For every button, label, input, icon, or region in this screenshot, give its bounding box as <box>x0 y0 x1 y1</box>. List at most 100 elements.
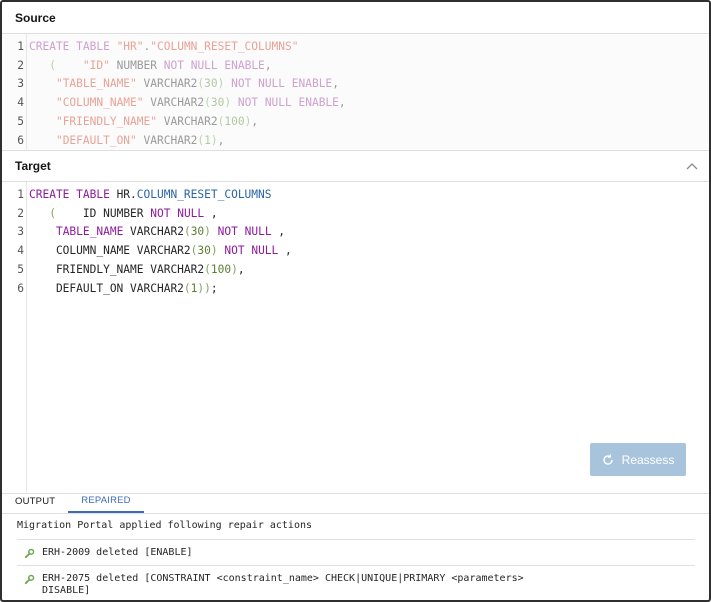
tab-output[interactable]: OUTPUT <box>2 493 68 513</box>
target-line-number: 2 <box>17 206 24 220</box>
target-line-number: 4 <box>17 244 24 258</box>
code-token: "ID" <box>82 58 110 72</box>
wrench-icon <box>24 548 35 559</box>
output-title: Migration Portal applied following repai… <box>17 520 313 531</box>
code-token: , <box>338 96 346 110</box>
target-line-text: CREATE TABLE HR.COLUMN_RESET_COLUMNS <box>29 186 272 205</box>
source-line-text: "TABLE_NAME" VARCHAR2(30) NOT NULL ENABL… <box>29 75 339 94</box>
code-token: , <box>264 58 272 72</box>
code-token: )) <box>197 281 211 295</box>
code-token: CREATE TABLE <box>29 40 117 53</box>
code-token: VARCHAR2 <box>136 77 198 91</box>
repair-action: ERH-2075 deleted [CONSTRAINT <constraint… <box>17 565 695 600</box>
code-token: ( <box>183 225 191 239</box>
repair-action: ERH-2009 deleted [ENABLE] <box>17 539 695 566</box>
target-line-number: 1 <box>17 188 24 201</box>
code-token: ID NUMBER <box>55 206 151 220</box>
migration-editor: Source 1 CREATE TABLE "HR"."COLUMN_RESET_… <box>0 0 711 602</box>
code-token: VARCHAR2 <box>157 114 218 128</box>
target-panel-header: Target <box>2 150 709 182</box>
source-line-number: 5 <box>17 114 24 128</box>
code-token: NUMBER <box>109 58 164 72</box>
reassess-label: Reassess <box>621 452 675 467</box>
code-token: NOT NULL ENABLE <box>163 58 265 72</box>
code-token: NOT NULL <box>217 225 272 239</box>
code-token: COLUMN_RESET_COLUMNS <box>136 188 272 201</box>
code-token: "HR" <box>116 40 144 53</box>
chevron-up-icon[interactable] <box>685 159 699 173</box>
code-token: , <box>271 225 286 239</box>
source-line-number: 6 <box>17 133 24 147</box>
code-token: "COLUMN_RESET_COLUMNS" <box>150 40 299 53</box>
source-line-number: 4 <box>17 96 24 110</box>
code-token: , <box>278 244 292 258</box>
source-line-number: 3 <box>17 77 24 91</box>
code-token: ) <box>210 133 218 147</box>
target-line-number: 5 <box>17 262 24 276</box>
source-code-line: 4 "COLUMN_NAME" VARCHAR2(30) NOT NULL EN… <box>2 94 709 113</box>
target-code-line: 5 FRIENDLY_NAME VARCHAR2(100), <box>2 261 709 280</box>
code-token: FRIENDLY_NAME VARCHAR2 <box>29 262 205 276</box>
code-token: "COLUMN_NAME" <box>55 96 144 110</box>
code-token: 1 <box>204 133 211 147</box>
code-token: , <box>332 77 339 91</box>
code-token: 100 <box>224 114 245 128</box>
code-token: ( <box>49 206 56 220</box>
target-line-text: FRIENDLY_NAME VARCHAR2(100), <box>29 261 245 280</box>
code-token: ( <box>204 96 211 110</box>
target-line-text: COLUMN_NAME VARCHAR2(30) NOT NULL , <box>29 242 292 261</box>
code-token: 30 <box>210 96 225 110</box>
refresh-icon <box>602 453 613 465</box>
code-token: VARCHAR2 <box>123 225 184 239</box>
repair-action-text: ERH-2075 deleted [CONSTRAINT <constraint… <box>42 573 524 596</box>
reassess-button[interactable]: Reassess <box>590 443 686 476</box>
source-line-number: 1 <box>17 40 24 53</box>
source-line-text: "DEFAULT_ON" VARCHAR2(1), <box>29 132 224 151</box>
output-tabs: OUTPUT REPAIRED <box>2 493 709 514</box>
target-code-line: 6 DEFAULT_ON VARCHAR2(1)); <box>2 280 709 299</box>
code-token: ( <box>204 262 211 276</box>
code-token: , <box>237 262 245 276</box>
code-token: NOT NULL ENABLE <box>237 96 339 110</box>
target-line-number: 3 <box>17 225 24 239</box>
code-token: NOT NULL <box>150 206 205 220</box>
source-code-line: 5 "FRIENDLY_NAME" VARCHAR2(100), <box>2 113 709 132</box>
tab-output-label: OUTPUT <box>15 496 56 507</box>
target-line-number: 6 <box>17 281 24 295</box>
target-title: Target <box>15 159 51 173</box>
code-token: TABLE_NAME <box>55 225 124 239</box>
code-token: VARCHAR2 <box>136 133 198 147</box>
repair-action-text: ERH-2009 deleted [ENABLE] <box>42 547 193 558</box>
source-code-line: 2 ( "ID" NUMBER NOT NULL ENABLE, <box>2 57 709 76</box>
target-code-line: 4 COLUMN_NAME VARCHAR2(30) NOT NULL , <box>2 242 709 261</box>
code-token: "TABLE_NAME" <box>55 77 137 91</box>
code-token: ( <box>49 58 56 72</box>
code-token: ( <box>183 281 191 295</box>
code-token: ) <box>204 225 211 239</box>
target-line-text: ( ID NUMBER NOT NULL , <box>29 205 217 224</box>
repair-output: Migration Portal applied following repai… <box>2 514 709 600</box>
source-line-text: CREATE TABLE "HR"."COLUMN_RESET_COLUMNS" <box>29 38 298 57</box>
source-code-line: 3 "TABLE_NAME" VARCHAR2(30) NOT NULL ENA… <box>2 75 709 94</box>
code-token: "DEFAULT_ON" <box>55 133 137 147</box>
code-token: COLUMN_NAME VARCHAR2 <box>29 244 191 258</box>
source-line-text: "COLUMN_NAME" VARCHAR2(30) NOT NULL ENAB… <box>29 94 346 113</box>
wrench-icon <box>24 574 35 585</box>
code-token: , <box>251 114 259 128</box>
source-code-line: 6 "DEFAULT_ON" VARCHAR2(1), <box>2 132 709 151</box>
source-code-line: 1 CREATE TABLE "HR"."COLUMN_RESET_COLUMNS… <box>2 38 709 57</box>
tab-repaired[interactable]: REPAIRED <box>68 493 144 513</box>
target-code-line: 3 TABLE_NAME VARCHAR2(30) NOT NULL , <box>2 223 709 242</box>
source-title: Source <box>15 10 56 25</box>
source-code-editor[interactable]: 1 CREATE TABLE "HR"."COLUMN_RESET_COLUMNS… <box>2 34 709 150</box>
code-token: 100 <box>210 262 232 276</box>
target-line-text: DEFAULT_ON VARCHAR2(1)); <box>29 280 218 299</box>
target-code-line: 1 CREATE TABLE HR.COLUMN_RESET_COLUMNS <box>2 186 709 205</box>
